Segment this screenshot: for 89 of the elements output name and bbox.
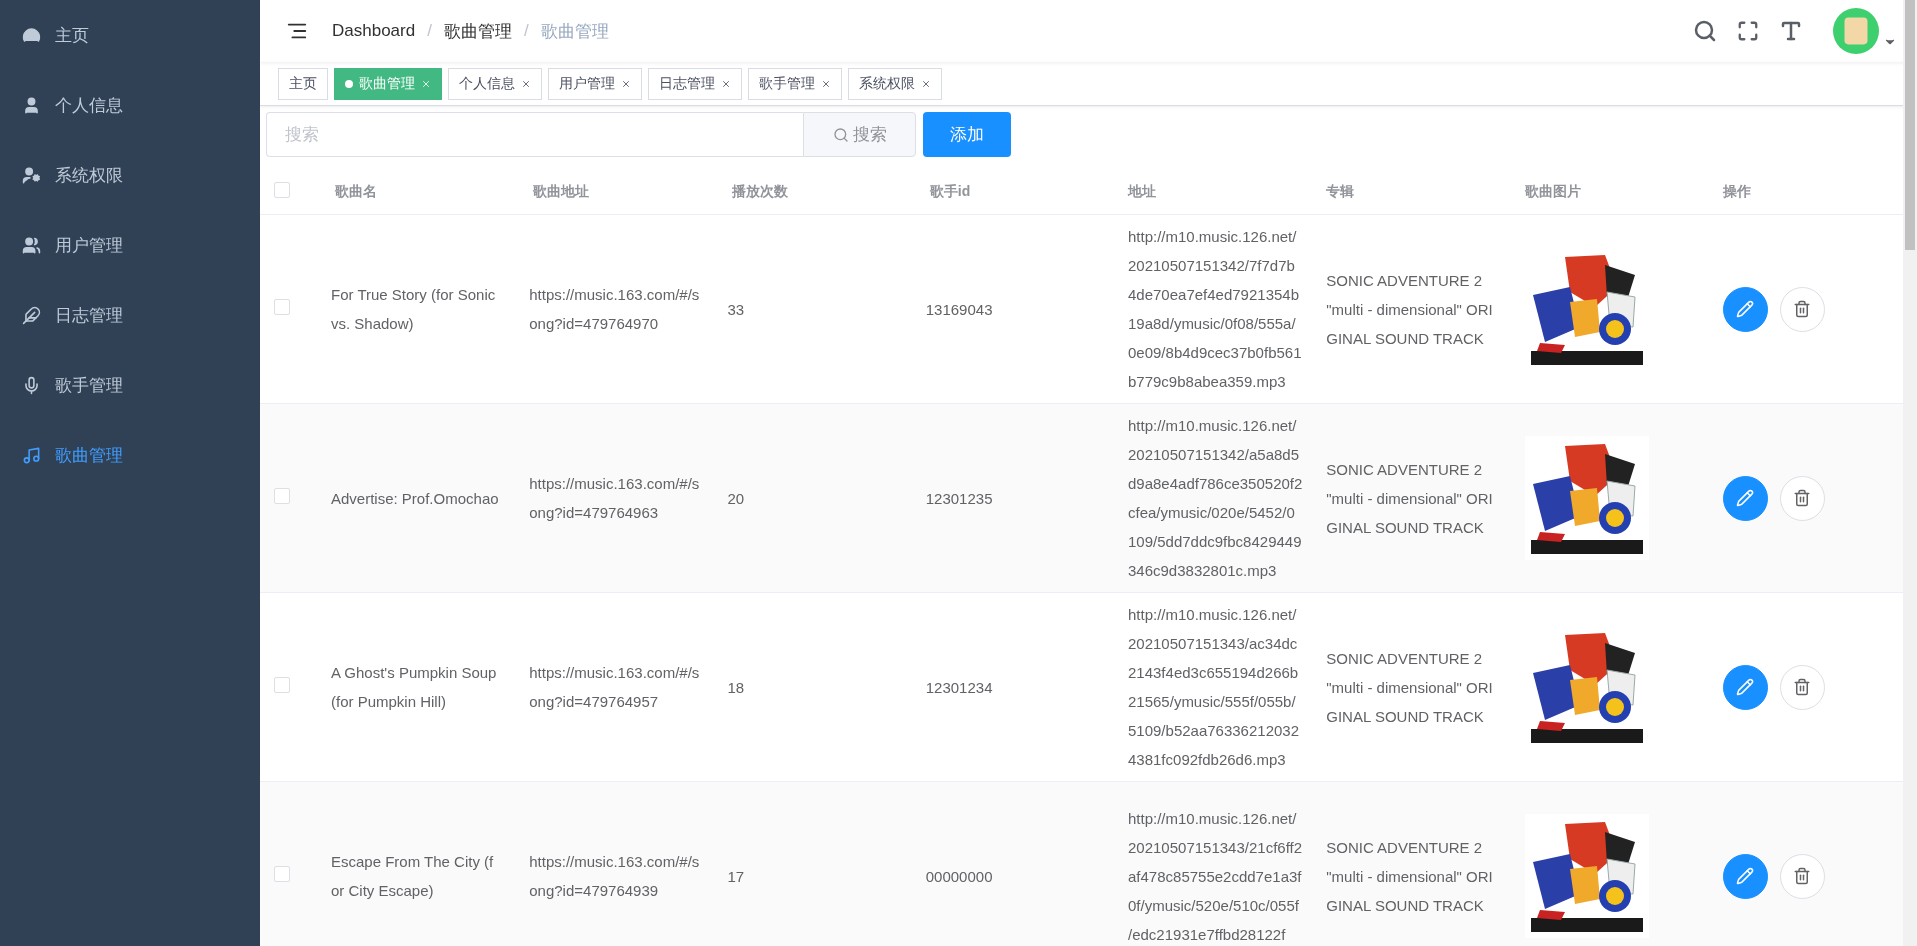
edit-icon bbox=[1736, 867, 1755, 885]
table-cell-text: 33 bbox=[727, 299, 746, 320]
table-cell-text: https://music.163.com/#/song?id=479764939 bbox=[529, 852, 701, 901]
tab-label: 日志管理 bbox=[659, 74, 715, 93]
sidebar-item[interactable]: 用户管理 bbox=[0, 210, 260, 280]
table-cell-text: http://m10.music.126.net/20210507151342/a5a8d5d9a8e4adf786ce350520f2cfea/ymusic/020e/5452/0109/5dd7ddc9fbc8429449346c9d3832801c.mp3 bbox=[1128, 416, 1303, 581]
breadcrumb-item: 歌曲管理 bbox=[540, 20, 609, 43]
table-cell-text: SONIC ADVENTURE 2 "multi - dimensional" ORIGINAL SOUND TRACK bbox=[1326, 459, 1494, 538]
row-checkbox[interactable] bbox=[274, 677, 290, 693]
sidebar-item[interactable]: 歌手管理 bbox=[0, 350, 260, 420]
table-cell-text: 20 bbox=[727, 488, 746, 509]
close-icon[interactable] bbox=[621, 78, 631, 89]
tab-label: 主页 bbox=[289, 74, 317, 93]
table-cell-text: http://m10.music.126.net/20210507151343/ac34dc2143f4ed3c655194d266b21565/ymusic/555f/055b/5109/b52aa763362120324381fc092fdb26d6.mp3 bbox=[1128, 605, 1300, 770]
menu-item-icon bbox=[22, 235, 41, 255]
tab[interactable]: 系统权限 bbox=[848, 67, 942, 100]
close-icon[interactable] bbox=[921, 78, 931, 89]
close-icon[interactable] bbox=[521, 78, 531, 89]
column-header: 歌手id bbox=[928, 183, 972, 201]
column-header: 歌曲图片 bbox=[1523, 183, 1582, 201]
delete-icon bbox=[1793, 300, 1812, 318]
search-field[interactable]: 搜索 bbox=[266, 112, 803, 157]
tab-label: 歌曲管理 bbox=[359, 74, 415, 93]
column-header: 地址 bbox=[1126, 183, 1157, 201]
select-all-checkbox[interactable] bbox=[274, 182, 290, 198]
table-cell-text: For True Story (for Sonic vs. Shadow) bbox=[331, 285, 497, 334]
sidebar-item[interactable]: 日志管理 bbox=[0, 280, 260, 350]
table-cell-text: Advertise: Prof.Omochao bbox=[331, 488, 500, 509]
delete-icon bbox=[1793, 678, 1812, 696]
delete-icon bbox=[1793, 867, 1812, 885]
sidebar-item[interactable]: 系统权限 bbox=[0, 140, 260, 210]
table-cell-text: 12301235 bbox=[925, 488, 994, 509]
table-cell-text: https://music.163.com/#/song?id=479764970 bbox=[529, 285, 701, 334]
table-cell-text: 12301234 bbox=[925, 677, 994, 698]
row-checkbox[interactable] bbox=[274, 866, 290, 882]
column-header: 播放次数 bbox=[730, 183, 789, 201]
table-cell-text: SONIC ADVENTURE 2 "multi - dimensional" ORIGINAL SOUND TRACK bbox=[1326, 648, 1494, 727]
tab-label: 用户管理 bbox=[559, 74, 615, 93]
delete-icon bbox=[1793, 489, 1812, 507]
tab[interactable]: 用户管理 bbox=[548, 67, 642, 100]
close-icon[interactable] bbox=[721, 78, 731, 89]
scrollbar[interactable] bbox=[1903, 0, 1917, 946]
table-cell-text: http://m10.music.126.net/20210507151342/7f7d7b4de70ea7ef4ed7921354b19a8d/ymusic/0f08/555a/0e09/8b4d9cec37b0fb561b779c9b8abea359.mp3 bbox=[1128, 227, 1303, 392]
menu-item-icon bbox=[22, 305, 41, 325]
table-cell-text: SONIC ADVENTURE 2 "multi - dimensional" ORIGINAL SOUND TRACK bbox=[1326, 837, 1494, 916]
tab[interactable]: 歌手管理 bbox=[748, 67, 842, 100]
menu-item-icon bbox=[22, 25, 41, 45]
table-cell-text: 17 bbox=[727, 866, 746, 887]
active-dot-icon bbox=[345, 79, 353, 88]
breadcrumb-separator: / bbox=[523, 21, 529, 41]
row-checkbox[interactable] bbox=[274, 299, 290, 315]
table-cell-text: A Ghost's Pumpkin Soup (for Pumpkin Hill) bbox=[331, 663, 498, 712]
breadcrumb-item[interactable]: 歌曲管理 bbox=[443, 19, 512, 43]
column-header: 歌曲名 bbox=[334, 183, 378, 201]
table-cell-text: SONIC ADVENTURE 2 "multi - dimensional" ORIGINAL SOUND TRACK bbox=[1326, 270, 1494, 349]
table-cell-text: Escape From The City (for City Escape) bbox=[331, 852, 495, 901]
edit-icon bbox=[1736, 678, 1755, 696]
sidebar-item[interactable]: 个人信息 bbox=[0, 70, 260, 140]
edit-icon bbox=[1736, 489, 1755, 507]
edit-icon bbox=[1736, 300, 1755, 318]
tab[interactable]: 日志管理 bbox=[648, 67, 742, 100]
row-checkbox[interactable] bbox=[274, 488, 290, 504]
table-cell-text: https://music.163.com/#/song?id=479764957 bbox=[529, 663, 701, 712]
tab-label: 个人信息 bbox=[459, 74, 515, 93]
menu-item-icon bbox=[22, 95, 41, 115]
sidebar-item[interactable]: 主页 bbox=[0, 0, 260, 70]
search-icon[interactable] bbox=[1693, 19, 1717, 43]
breadcrumb-separator: / bbox=[427, 21, 432, 41]
menu-item-icon bbox=[22, 375, 41, 395]
menu-item-icon bbox=[22, 165, 41, 185]
font-size-icon[interactable] bbox=[1779, 19, 1803, 43]
tab-label: 歌手管理 bbox=[759, 74, 815, 93]
table-cell-text: 13169043 bbox=[925, 299, 994, 320]
fullscreen-icon[interactable] bbox=[1737, 20, 1759, 42]
search-icon bbox=[832, 126, 849, 143]
breadcrumb-item[interactable]: Dashboard bbox=[332, 21, 416, 41]
close-icon[interactable] bbox=[821, 78, 831, 89]
column-header: 歌曲地址 bbox=[532, 183, 591, 201]
menu-item-icon bbox=[22, 445, 41, 465]
column-header: 专辑 bbox=[1325, 183, 1356, 201]
table-cell-text: https://music.163.com/#/song?id=479764963 bbox=[529, 474, 701, 523]
table-cell-text: http://m10.music.126.net/20210507151343/21cf6ff2af478c85755e2cdd7e1a3f0f/ymusic/520e/510c/055f/edc21931e7ffbd28122f bbox=[1128, 808, 1303, 945]
tab-label: 系统权限 bbox=[859, 74, 915, 93]
tab[interactable]: 主页 bbox=[278, 67, 328, 100]
column-header: 操作 bbox=[1721, 183, 1752, 201]
table-cell-text: 18 bbox=[727, 677, 746, 698]
sidebar-item[interactable]: 歌曲管理 bbox=[0, 420, 260, 490]
tab[interactable]: 个人信息 bbox=[448, 67, 542, 100]
table-cell-text: 00000000 bbox=[925, 866, 994, 887]
